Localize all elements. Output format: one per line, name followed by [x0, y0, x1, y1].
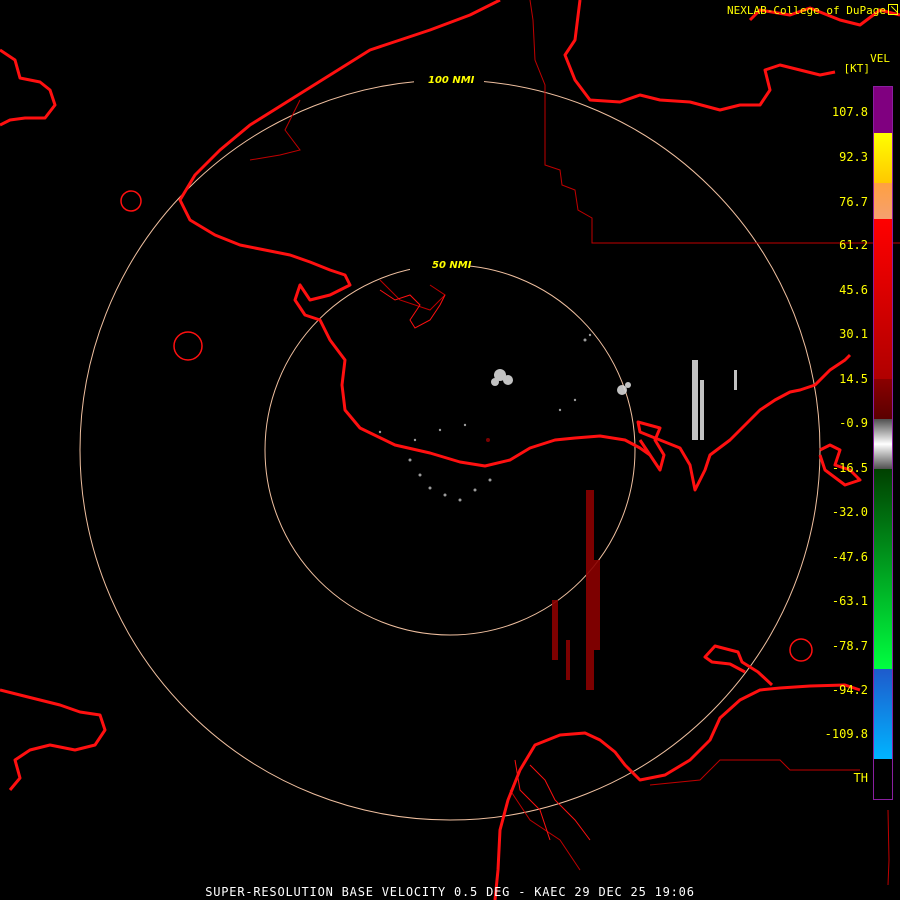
legend-tick: -109.8	[824, 727, 868, 741]
credit-text: NEXLAB-College of DuPage	[727, 4, 886, 17]
ring-label-50: 50 NMI	[432, 260, 472, 271]
legend-seg-yellow	[874, 133, 892, 183]
radar-echoes	[378, 333, 737, 690]
legend-tick: 61.2	[839, 238, 868, 252]
legend-seg-green	[874, 469, 892, 669]
legend-tick: -63.1	[831, 594, 868, 608]
legend-tick: -94.2	[831, 683, 868, 697]
legend-seg-black	[874, 759, 892, 799]
legend-tick: -32.0	[831, 505, 868, 519]
legend-tick: 92.3	[839, 150, 868, 164]
ring-label-100: 100 NMI	[428, 75, 475, 86]
coastlines	[0, 0, 900, 900]
legend-tick: -16.5	[831, 461, 868, 475]
external-link-icon[interactable]	[888, 4, 898, 15]
legend-seg-blue	[874, 669, 892, 759]
legend-tick: 30.1	[839, 327, 868, 341]
legend-tick: 14.5	[839, 372, 868, 386]
legend-seg-gray	[874, 419, 892, 469]
legend-seg-peach	[874, 183, 892, 219]
legend-seg-purple	[874, 87, 892, 133]
borders	[249, 0, 900, 886]
range-ring-100	[79, 79, 821, 821]
product-caption: SUPER-RESOLUTION BASE VELOCITY 0.5 DEG -…	[205, 885, 695, 899]
legend-seg-darkred	[874, 379, 892, 419]
radar-map: 50 NMI 100 NMI	[0, 0, 900, 900]
legend-tick: 45.6	[839, 283, 868, 297]
legend-tick: -47.6	[831, 550, 868, 564]
legend-tick: 76.7	[839, 195, 868, 209]
legend-unit: [KT]	[843, 62, 871, 75]
legend-tick: -0.9	[839, 416, 868, 430]
legend-tick: -78.7	[831, 639, 868, 653]
legend-tick: 107.8	[831, 105, 868, 119]
legend-tick: TH	[853, 771, 868, 785]
legend-seg-red	[874, 219, 892, 379]
velocity-color-legend	[873, 86, 893, 800]
legend-title: VEL	[870, 52, 890, 65]
